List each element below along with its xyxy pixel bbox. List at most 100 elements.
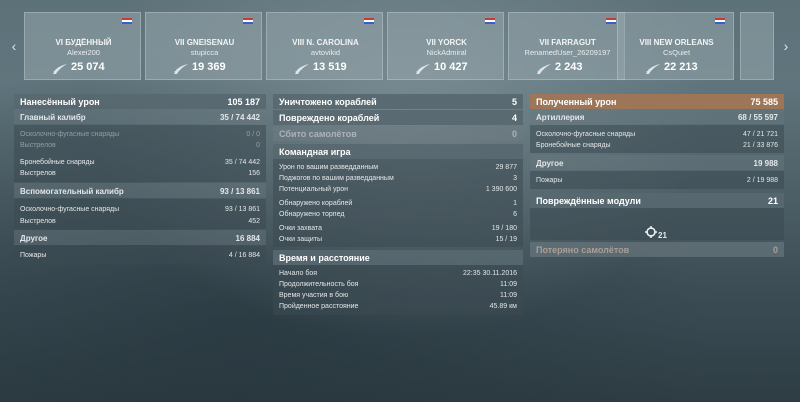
damage-received-title: Полученный урон [536, 96, 617, 107]
damaged-modules-label: Повреждённые модули [536, 195, 641, 206]
secondary-label: Вспомогательный калибр [20, 186, 124, 196]
ship-thumbnail [29, 15, 138, 37]
participation-time-label: Время участия в бою [279, 292, 349, 299]
damage-dealt-panel: Нанесённый урон 105 187 Главный калибр 3… [14, 94, 266, 266]
player-name: avtovikid [310, 48, 341, 57]
damage-laurel-icon [646, 64, 660, 75]
ships-damaged-value: 4 [511, 112, 517, 123]
battle-duration-row: Продолжительность боя 11:09 [273, 279, 523, 290]
art-ap-row: Бронебойные снаряды 21 / 33 876 [530, 140, 784, 151]
planes-shot-label: Сбито самолётов [279, 128, 357, 139]
damage-laurel-icon [295, 64, 309, 75]
ship-name: VI БУДЁННЫЙ [55, 38, 112, 47]
ship-card[interactable]: VII YORCK NickAdmiral 10 427 [387, 12, 504, 80]
damage-laurel-icon [537, 64, 551, 75]
other-received-label: Другое [536, 158, 564, 168]
distance-label: Пройденное расстояние [279, 303, 359, 310]
ship-damage: 19 369 [192, 61, 226, 73]
mb-he-shots-row: Выстрелов 0 [14, 140, 266, 151]
ship-card-partial[interactable] [740, 12, 774, 80]
mb-ap-shots-label: Выстрелов [20, 170, 56, 177]
carousel-right-arrow-icon[interactable]: › [778, 36, 794, 56]
damage-laurel-icon [174, 64, 188, 75]
damage-laurel-icon [416, 64, 430, 75]
potential-damage-label: Потенциальный урон [279, 186, 349, 193]
ship-name: VII YORCK [426, 38, 467, 47]
carousel-left-arrow-icon[interactable]: ‹ [6, 36, 22, 56]
participation-time-value: 11:09 [500, 292, 517, 299]
ship-card[interactable]: VII GNEISENAU stupicca 19 369 [145, 12, 262, 80]
sec-shots-value: 452 [248, 218, 260, 225]
nation-flag-icon [243, 18, 253, 24]
team-play-header: Командная игра [273, 144, 523, 159]
ships-destroyed-label: Уничтожено кораблей [279, 96, 377, 107]
battle-duration-value: 11:09 [500, 281, 517, 288]
planes-lost-value: 0 [772, 244, 778, 255]
spot-fires-label: Поджогов по вашим разведданным [279, 175, 394, 182]
ship-name: VIII N. CAROLINA [292, 38, 359, 47]
damage-dealt-total: 105 187 [227, 96, 260, 107]
player-name: stupicca [190, 48, 219, 57]
damage-dealt-title: Нанесённый урон [20, 96, 100, 107]
mb-he-shots-value: 0 [256, 142, 260, 149]
ships-destroyed-value: 5 [511, 96, 517, 107]
sec-shots-row: Выстрелов 452 [14, 216, 266, 227]
ship-thumbnail [271, 15, 380, 37]
mb-ap-label: Бронебойные снаряды [20, 159, 95, 166]
team-play-title: Командная игра [279, 146, 351, 157]
damaged-modules-value: 21 [767, 195, 778, 206]
fires-dealt-value: 4 / 16 884 [228, 252, 260, 259]
fires-received-value: 2 / 19 988 [746, 177, 778, 184]
mb-ap-shots-value: 156 [248, 170, 260, 177]
ship-damage: 22 213 [664, 61, 698, 73]
spot-damage-value: 29 877 [495, 164, 517, 171]
player-name: NickAdmiral [426, 48, 467, 57]
other-received-value: 19 988 [753, 158, 778, 168]
ship-damage: 25 074 [71, 61, 105, 73]
ships-destroyed-row: Уничтожено кораблей 5 [273, 94, 523, 109]
fires-received-row: Пожары 2 / 19 988 [530, 175, 784, 186]
potential-damage-row: Потенциальный урон 1 390 600 [273, 184, 523, 195]
nation-flag-icon [122, 18, 132, 24]
damage-received-panel: Полученный урон 75 585 Артиллерия 68 / 5… [530, 94, 784, 260]
mb-he-value: 0 / 0 [246, 131, 260, 138]
mb-ap-shots-row: Выстрелов 156 [14, 168, 266, 179]
nation-flag-icon [364, 18, 374, 24]
damaged-module-icon [645, 226, 657, 238]
ship-name: VII GNEISENAU [174, 38, 235, 47]
mb-he-shots-label: Выстрелов [20, 142, 56, 149]
ship-name: VIII NEW ORLEANS [639, 38, 714, 47]
damaged-modules-count: 21 [658, 231, 667, 240]
damage-dealt-header: Нанесённый урон 105 187 [14, 94, 266, 109]
middle-stats-panel: Уничтожено кораблей 5 Повреждено корабле… [273, 94, 523, 316]
art-ap-label: Бронебойные снаряды [536, 142, 611, 149]
ship-thumbnail [622, 15, 731, 37]
ship-carousel: ‹ VI БУДЁННЫЙ Alexei200 25 074 VII GNEIS… [0, 10, 800, 82]
time-distance-header: Время и расстояние [273, 250, 523, 265]
ship-card[interactable]: VII FARRAGUT RenamedUser_26209197 2 243 [508, 12, 625, 80]
artillery-label: Артиллерия [536, 112, 585, 122]
other-dealt-row: Другое 16 884 [14, 231, 266, 245]
player-name: RenamedUser_26209197 [524, 48, 611, 57]
other-dealt-label: Другое [20, 233, 48, 243]
ships-damaged-label: Повреждено кораблей [279, 112, 380, 123]
ship-card[interactable]: VIII NEW ORLEANS CsQuiet 22 213 [617, 12, 734, 80]
nation-flag-icon [715, 18, 725, 24]
art-he-value: 47 / 21 721 [742, 131, 778, 138]
secondary-value: 93 / 13 861 [219, 186, 260, 196]
other-received-row: Другое 19 988 [530, 156, 784, 170]
planes-lost-row: Потеряно самолётов 0 [530, 242, 784, 257]
art-he-row: Осколочно-фугасные снаряды 47 / 21 721 [530, 129, 784, 140]
ship-card[interactable]: VIII N. CAROLINA avtovikid 13 519 [266, 12, 383, 80]
battle-start-row: Начало боя 22:35 30.11.2016 [273, 268, 523, 279]
mb-ap-value: 35 / 74 442 [224, 159, 260, 166]
capture-points-value: 19 / 180 [491, 225, 517, 232]
battle-start-label: Начало боя [279, 270, 318, 277]
mb-ap-row: Бронебойные снаряды 35 / 74 442 [14, 157, 266, 168]
art-he-label: Осколочно-фугасные снаряды [536, 131, 636, 138]
ship-thumbnail [150, 15, 259, 37]
spotted-torps-value: 6 [513, 211, 517, 218]
mb-he-row: Осколочно-фугасные снаряды 0 / 0 [14, 129, 266, 140]
ship-card[interactable]: VI БУДЁННЫЙ Alexei200 25 074 [24, 12, 141, 80]
art-ap-value: 21 / 33 876 [742, 142, 778, 149]
